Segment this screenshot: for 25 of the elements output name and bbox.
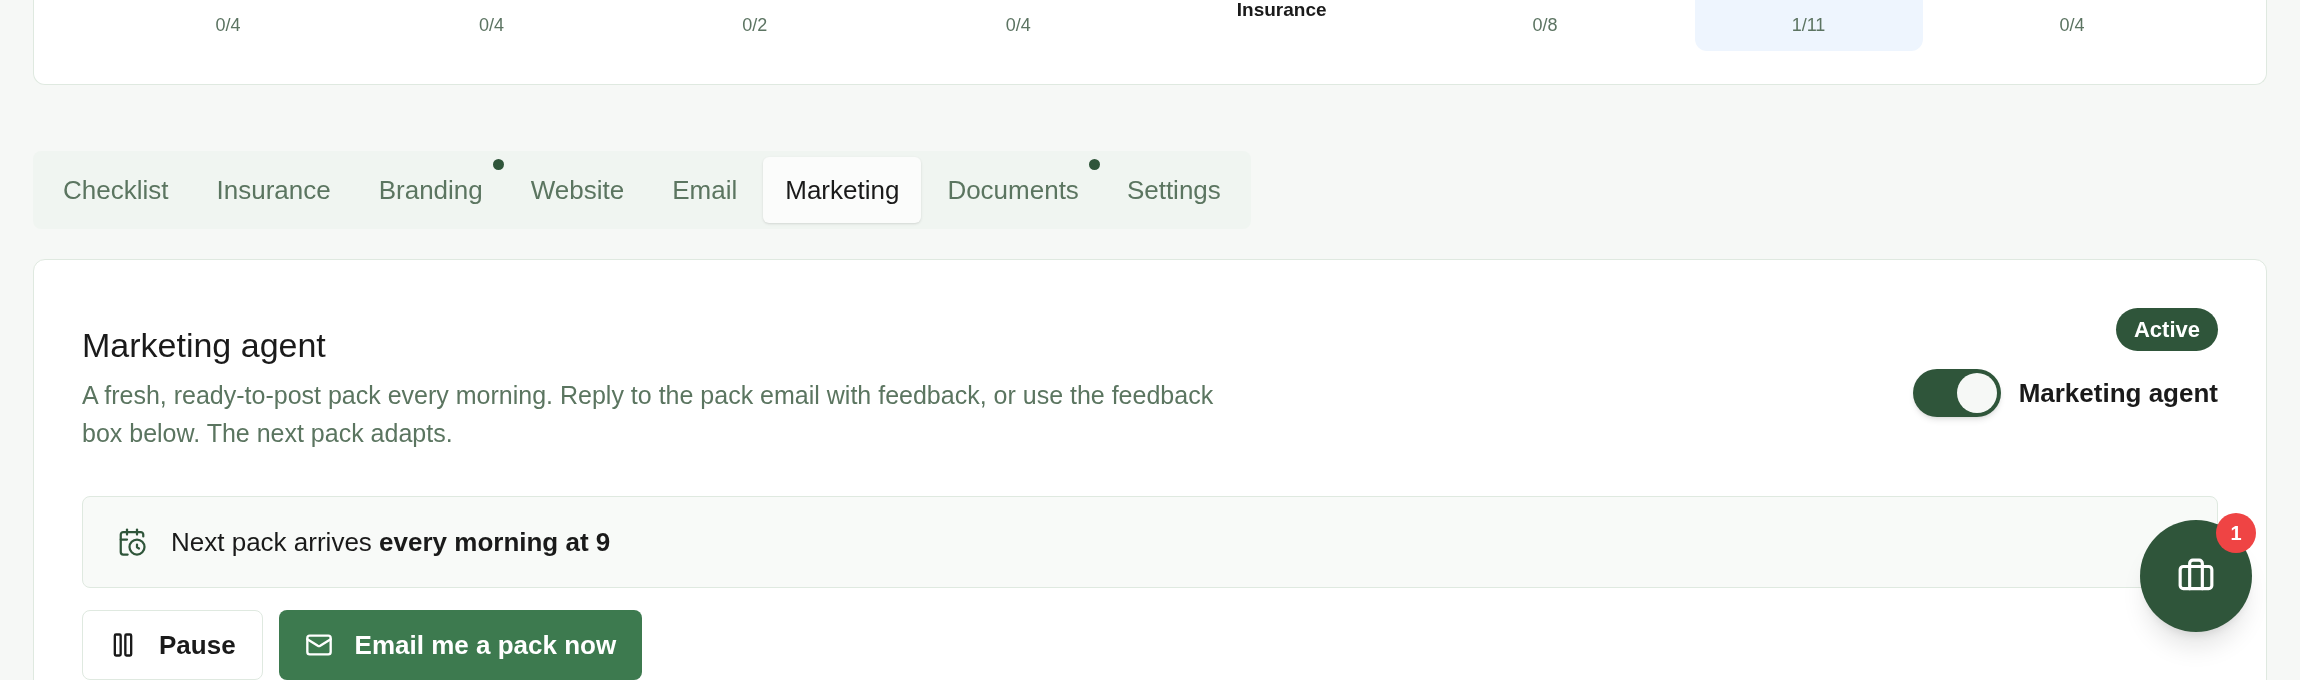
toggle-switch[interactable] — [1912, 369, 2001, 417]
tab[interactable]: Website — [508, 157, 647, 223]
status-badge: Active — [2115, 308, 2218, 351]
step-count[interactable]: 0/4 — [1957, 0, 2186, 51]
schedule-text: Next pack arrives every morning at 9 — [171, 525, 611, 559]
tab[interactable]: Documents — [925, 157, 1101, 223]
email-pack-button[interactable]: Email me a pack now — [278, 610, 643, 680]
tab[interactable]: Checklist — [41, 157, 191, 223]
pause-button[interactable]: Pause — [82, 610, 263, 680]
step-count[interactable]: 0/2 — [640, 0, 869, 51]
card-title: Marketing agent — [82, 325, 327, 366]
tab[interactable]: Marketing — [763, 157, 922, 223]
step-count[interactable]: 0/4 — [377, 0, 606, 51]
step-count[interactable]: 0/4 — [114, 0, 342, 51]
tab[interactable]: Branding — [356, 157, 505, 223]
step-count[interactable]: 0/8 — [1431, 0, 1660, 51]
step-label[interactable]: Insurance — [1167, 0, 1396, 51]
tab[interactable]: Settings — [1104, 157, 1243, 223]
card-description: A fresh, ready-to-post pack every morning. Reply to the pack email with feedback, or use the feedback box below. The next pack adapts. — [82, 380, 1215, 449]
tab[interactable]: Email — [650, 157, 760, 223]
tab[interactable]: Insurance — [194, 157, 353, 223]
toggle-label: Marketing agent — [2018, 376, 2218, 410]
step-count[interactable]: 1/11 — [1694, 0, 1923, 51]
step-count[interactable]: 0/4 — [904, 0, 1133, 51]
calendar-clock-icon — [117, 527, 147, 557]
